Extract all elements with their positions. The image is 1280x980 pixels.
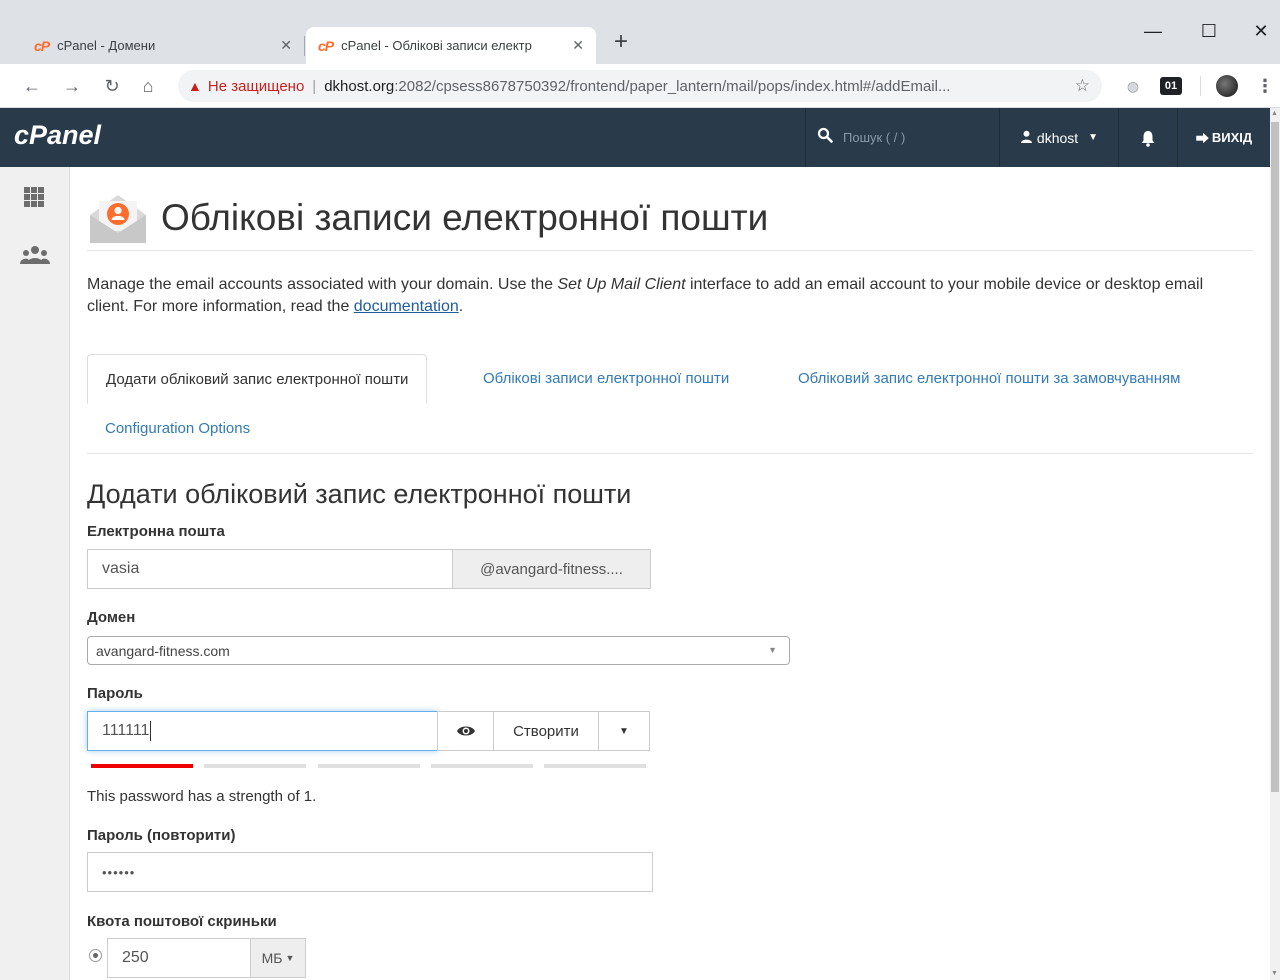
user-icon <box>1020 130 1033 146</box>
users-icon <box>20 246 50 264</box>
header-search[interactable]: Пошук ( / ) <box>805 108 995 167</box>
extension-badge[interactable]: 01 <box>1160 77 1182 95</box>
reload-icon[interactable]: ↻ <box>98 72 126 100</box>
eye-icon <box>456 726 475 736</box>
sidebar-item-users[interactable] <box>0 225 70 275</box>
scrollbar-thumb[interactable] <box>1271 122 1279 792</box>
caret-down-icon: ▼ <box>1088 132 1099 143</box>
globe-extension-icon[interactable]: ◍ <box>1122 75 1144 97</box>
home-icon[interactable]: ⌂ <box>134 72 162 100</box>
close-icon[interactable]: ✕ <box>572 37 584 54</box>
quota-unit-dropdown[interactable]: МБ ▼ <box>250 938 306 978</box>
close-icon[interactable]: ✕ <box>280 37 292 54</box>
description-text: Manage the email accounts associated wit… <box>87 276 558 293</box>
tab-email-accounts[interactable]: Облікові записи електронної пошти <box>465 354 747 404</box>
password-input[interactable]: 111111 <box>87 711 438 751</box>
strength-segment <box>91 764 193 768</box>
minimize-button[interactable]: — <box>1130 20 1176 44</box>
tab-divider <box>304 36 305 56</box>
toolbar-divider <box>1200 76 1201 96</box>
domain-select[interactable]: avangard-fitness.com ▼ <box>87 636 790 665</box>
browser-tabstrip: cP cPanel - Домени ✕ cP cPanel - Обліков… <box>0 0 1280 64</box>
caret-down-icon: ▼ <box>285 953 295 963</box>
page-header: Облікові записи електронної пошти <box>87 183 1253 251</box>
page-title: Облікові записи електронної пошти <box>161 197 769 238</box>
bookmark-star-icon[interactable]: ☆ <box>1075 76 1090 96</box>
domain-selected-value: avangard-fitness.com <box>96 642 230 659</box>
address-bar[interactable]: ▲ Не защищено | dkhost.org :2082/cpsess8… <box>178 70 1102 102</box>
show-password-button[interactable] <box>437 711 494 751</box>
email-domain-addon: @avangard-fitness.... <box>452 549 651 589</box>
page-description: Manage the email accounts associated wit… <box>87 274 1217 318</box>
main-content: Облікові записи електронної пошти Manage… <box>71 167 1270 980</box>
strength-segment <box>204 764 306 768</box>
strength-segment <box>318 764 420 768</box>
quota-label: Квота поштової скриньки <box>87 913 277 930</box>
password-label: Пароль <box>87 685 143 702</box>
caret-down-icon: ▼ <box>619 725 629 737</box>
tab-bar: Додати обліковий запис електронної пошти… <box>87 354 1253 454</box>
password-value: 111111 <box>102 722 150 739</box>
search-icon <box>817 127 833 148</box>
browser-toolbar: ← → ↻ ⌂ ▲ Не защищено | dkhost.org :2082… <box>0 64 1280 108</box>
email-label: Електронна пошта <box>87 523 225 540</box>
domain-label: Домен <box>87 609 136 626</box>
tab-configuration-options[interactable]: Configuration Options <box>87 404 268 454</box>
email-username-input[interactable]: vasia <box>87 549 453 589</box>
strength-segment <box>431 764 533 768</box>
chevron-down-icon: ▼ <box>768 645 777 655</box>
left-sidebar <box>0 167 70 980</box>
logout-icon: ⮕ <box>1195 131 1209 146</box>
new-tab-button[interactable]: + <box>606 28 636 58</box>
forward-arrow-icon[interactable]: → <box>58 72 86 100</box>
browser-tab-title: cPanel - Облікові записи електр <box>341 38 532 53</box>
cpanel-favicon-icon: cP <box>318 37 334 54</box>
email-accounts-icon <box>90 195 146 243</box>
generate-options-dropdown[interactable]: ▼ <box>598 711 650 751</box>
tab-add-email[interactable]: Додати обліковий запис електронної пошти <box>87 354 428 404</box>
browser-menu-icon[interactable]: ⋮ <box>1254 75 1276 97</box>
url-path: :2082/cpsess8678750392/frontend/paper_la… <box>394 77 951 95</box>
back-arrow-icon[interactable]: ← <box>18 72 46 100</box>
quota-limited-radio[interactable] <box>89 949 102 962</box>
quota-input[interactable]: 250 <box>107 938 251 978</box>
generate-password-button[interactable]: Створити <box>493 711 599 751</box>
close-window-button[interactable]: ✕ <box>1238 20 1280 44</box>
scroll-down-icon[interactable]: ▼ <box>1271 970 1278 977</box>
section-title: Додати обліковий запис електронної пошти <box>87 479 632 509</box>
username: dkhost <box>1036 129 1079 146</box>
notifications-bell-icon[interactable] <box>1119 108 1177 167</box>
browser-tab-email-accounts[interactable]: cP cPanel - Облікові записи електр ✕ <box>306 27 596 64</box>
browser-tab-domains[interactable]: cP cPanel - Домени ✕ <box>22 27 304 64</box>
user-menu[interactable]: dkhost ▼ <box>1000 108 1118 167</box>
page-scrollbar[interactable]: ▲ ▼ <box>1270 108 1280 980</box>
password-strength-text: This password has a strength of 1. <box>87 788 317 805</box>
strength-segment <box>544 764 646 768</box>
quota-unit-label: МБ <box>261 950 283 966</box>
cpanel-favicon-icon: cP <box>34 37 50 54</box>
description-text: . <box>458 298 464 315</box>
description-emphasis: Set Up Mail Client <box>557 276 686 293</box>
cpanel-header: cPanel Пошук ( / ) dkhost ▼ ⮕ ВИХІД <box>0 108 1270 167</box>
sidebar-item-home[interactable] <box>0 167 70 217</box>
logout-label: ВИХІД <box>1211 130 1253 145</box>
security-status[interactable]: Не защищено <box>208 78 304 95</box>
tab-default-email[interactable]: Обліковий запис електронної пошти за зам… <box>780 354 1198 404</box>
password-repeat-input[interactable]: •••••• <box>87 852 653 892</box>
profile-avatar[interactable] <box>1216 75 1238 97</box>
url-host: dkhost.org <box>324 77 395 95</box>
password-repeat-label: Пароль (повторити) <box>87 827 236 844</box>
browser-tab-title: cPanel - Домени <box>57 38 156 53</box>
search-placeholder: Пошук ( / ) <box>843 130 906 145</box>
address-divider: | <box>312 77 317 95</box>
scroll-up-icon[interactable]: ▲ <box>1271 110 1278 117</box>
text-cursor <box>150 721 152 741</box>
maximize-button[interactable]: ☐ <box>1186 20 1232 44</box>
warning-icon: ▲ <box>188 78 202 94</box>
documentation-link[interactable]: documentation <box>354 298 459 315</box>
grid-icon <box>24 187 44 207</box>
cpanel-logo[interactable]: cPanel <box>14 120 101 151</box>
logout-button[interactable]: ⮕ ВИХІД <box>1178 108 1270 167</box>
